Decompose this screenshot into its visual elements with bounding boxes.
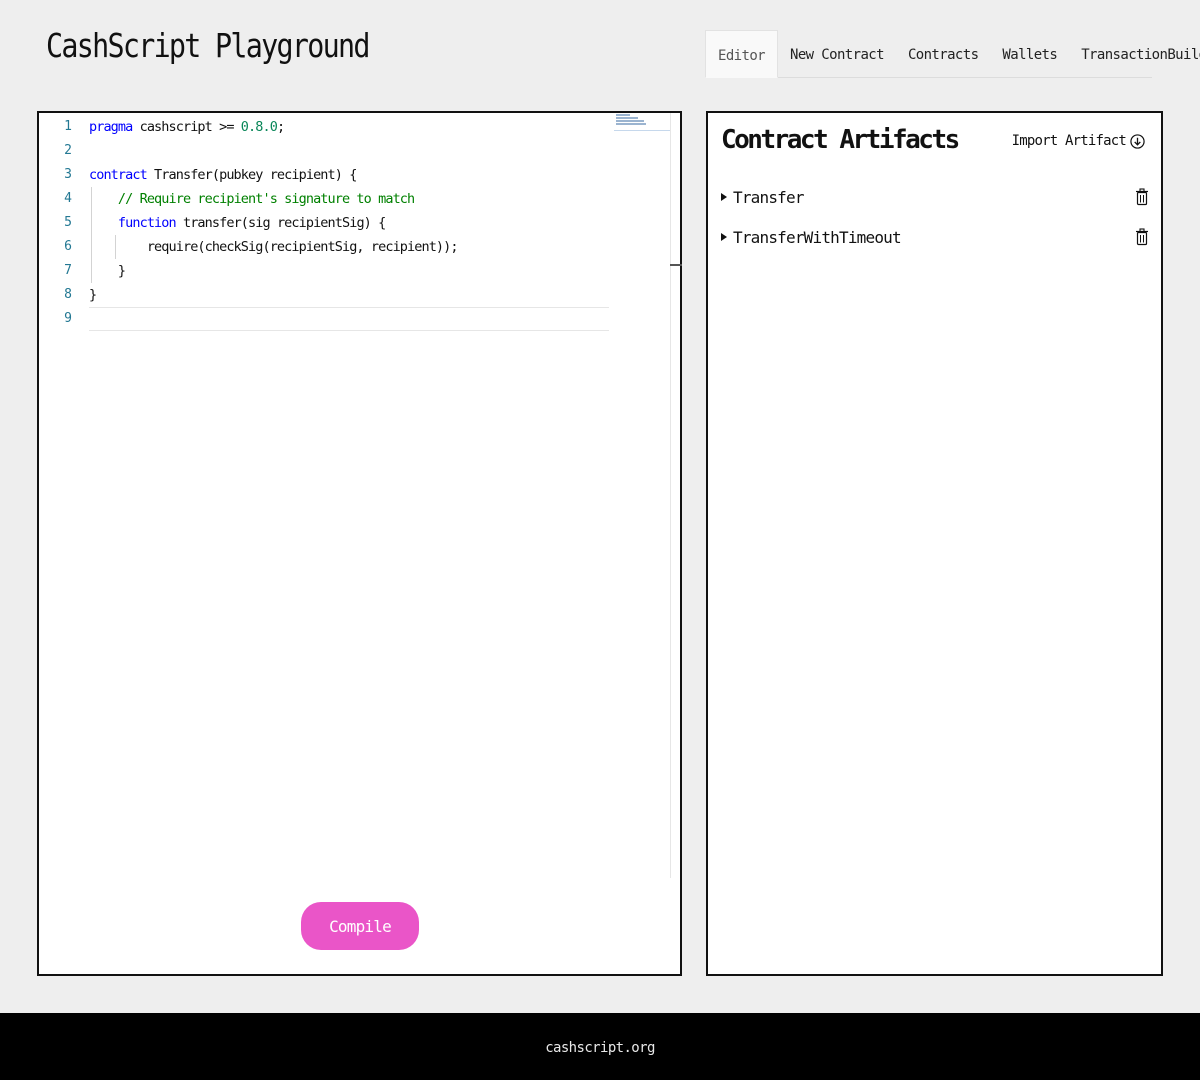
line-number: 1: [64, 119, 72, 134]
code-line[interactable]: 5 function transfer(sig recipientSig) {: [39, 211, 609, 235]
code-keyword: function: [117, 215, 177, 231]
tab-new-contract[interactable]: New Contract: [778, 30, 896, 78]
nav-tabs: Editor New Contract Contracts Wallets Tr…: [705, 30, 1200, 78]
line-number: 4: [64, 191, 72, 206]
artifacts-title: Contract Artifacts: [721, 125, 960, 155]
line-code: // Require recipient's signature to matc…: [89, 187, 415, 211]
tab-editor[interactable]: Editor: [705, 30, 778, 78]
code-line[interactable]: 1 pragma cashscript >= 0.8.0;: [39, 115, 609, 139]
line-number: 2: [64, 143, 72, 158]
code-line[interactable]: 3 contract Transfer(pubkey recipient) {: [39, 163, 609, 187]
editor-scrollbar[interactable]: [670, 113, 671, 878]
caret-right-icon: [721, 233, 727, 241]
import-artifact-label: Import Artifact: [1011, 133, 1127, 149]
code-token: require(checkSig(recipientSig, recipient…: [89, 239, 459, 255]
tab-transaction-builder[interactable]: TransactionBuilder: [1069, 30, 1200, 78]
code-line[interactable]: 4 // Require recipient's signature to ma…: [39, 187, 609, 211]
artifact-name: Transfer: [733, 187, 804, 207]
code-token: ;: [276, 119, 285, 135]
line-code: require(checkSig(recipientSig, recipient…: [89, 235, 459, 259]
code-keyword: contract: [89, 167, 148, 183]
code-line[interactable]: 2: [39, 139, 609, 163]
code-token: Transfer(pubkey recipient) {: [146, 167, 357, 183]
line-number: 8: [64, 287, 72, 302]
line-number: 9: [64, 311, 72, 326]
code-token: }: [89, 263, 126, 279]
line-code: contract Transfer(pubkey recipient) {: [89, 163, 357, 187]
artifact-item-transfer-with-timeout[interactable]: TransferWithTimeout: [721, 224, 1149, 250]
trash-icon[interactable]: [1135, 228, 1149, 246]
code-comment: // Require recipient's signature to matc…: [117, 191, 415, 207]
code-keyword: pragma: [89, 119, 133, 135]
line-code: function transfer(sig recipientSig) {: [89, 211, 386, 235]
line-code: }: [89, 259, 126, 283]
code-token: transfer(sig recipientSig) {: [175, 215, 386, 231]
code-token: }: [89, 287, 97, 303]
app-title: CashScript Playground: [46, 26, 370, 65]
tab-contracts[interactable]: Contracts: [896, 30, 990, 78]
code-token: cashscript >=: [132, 119, 241, 135]
compile-button[interactable]: Compile: [301, 902, 419, 950]
line-code: pragma cashscript >= 0.8.0;: [89, 115, 285, 139]
code-line[interactable]: 9: [39, 307, 609, 331]
artifact-item-transfer[interactable]: Transfer: [721, 184, 1149, 210]
trash-icon[interactable]: [1135, 188, 1149, 206]
line-number: 5: [64, 215, 72, 230]
line-number: 6: [64, 239, 72, 254]
caret-right-icon: [721, 193, 727, 201]
code-number: 0.8.0: [240, 119, 278, 135]
editor-panel: 1 pragma cashscript >= 0.8.0; 2 3 contract T…: [37, 111, 682, 976]
code-line[interactable]: 7 }: [39, 259, 609, 283]
arrow-down-circle-icon: [1130, 133, 1145, 149]
minimap[interactable]: [614, 113, 670, 131]
current-line-highlight: [89, 307, 609, 331]
footer-link[interactable]: cashscript.org: [545, 1040, 655, 1056]
footer: cashscript.org: [0, 1013, 1200, 1080]
artifacts-panel: Contract Artifacts Import Artifact Trans…: [706, 111, 1163, 976]
line-number: 7: [64, 263, 72, 278]
code-line[interactable]: 6 require(checkSig(recipientSig, recipie…: [39, 235, 609, 259]
code-editor[interactable]: 1 pragma cashscript >= 0.8.0; 2 3 contract T…: [39, 115, 609, 331]
tab-wallets[interactable]: Wallets: [990, 30, 1069, 78]
code-line[interactable]: 8}: [39, 283, 609, 307]
artifact-name: TransferWithTimeout: [733, 227, 902, 247]
line-number: 3: [64, 167, 72, 182]
import-artifact-button[interactable]: Import Artifact: [1012, 133, 1145, 149]
scrollbar-marker: [670, 264, 682, 266]
line-code: }: [89, 283, 97, 307]
